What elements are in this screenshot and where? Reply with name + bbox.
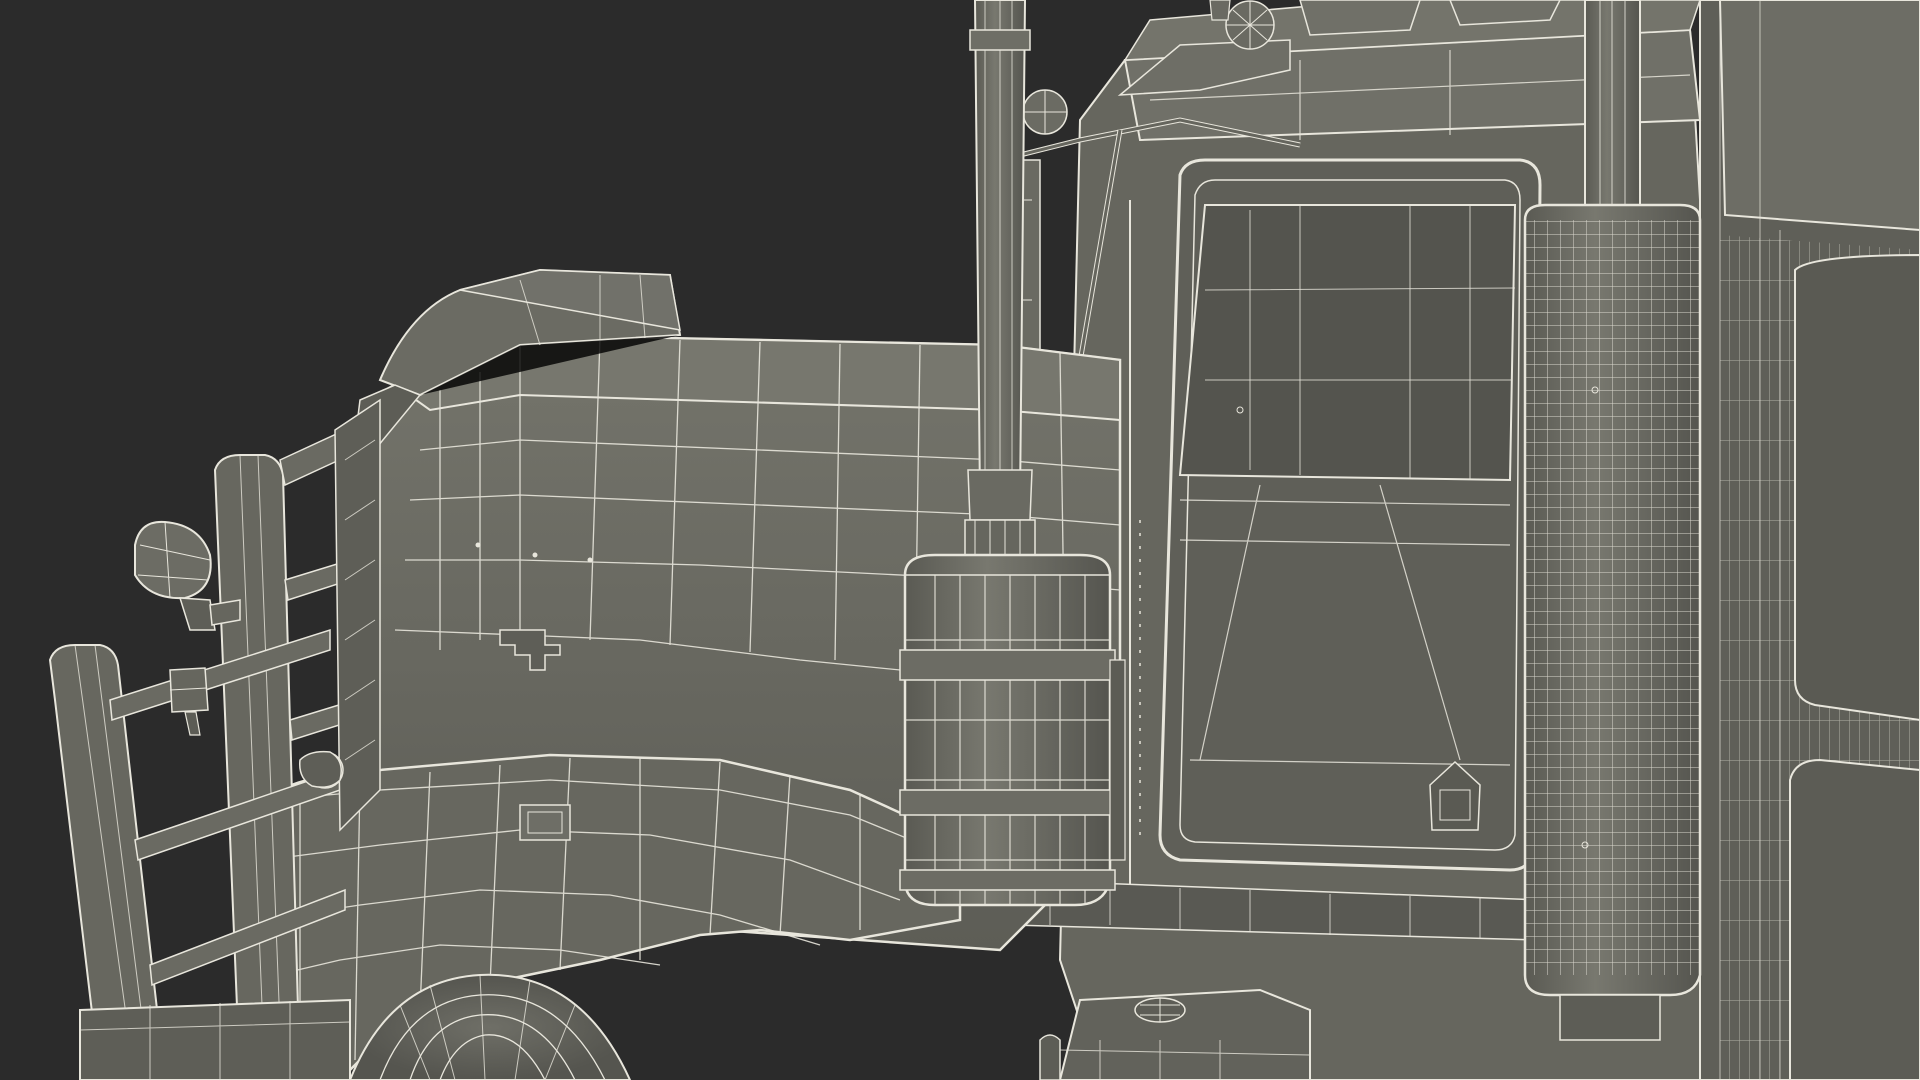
bumper-light: [299, 750, 342, 788]
truck-wireframe-render: [48, 0, 1920, 1080]
render-viewport: [0, 0, 1920, 1080]
fuel-tank-step: [1039, 988, 1311, 1080]
air-cleaner: [899, 553, 1126, 907]
marker-light: [169, 667, 209, 736]
cab-rear-section: [1688, 0, 1920, 1080]
